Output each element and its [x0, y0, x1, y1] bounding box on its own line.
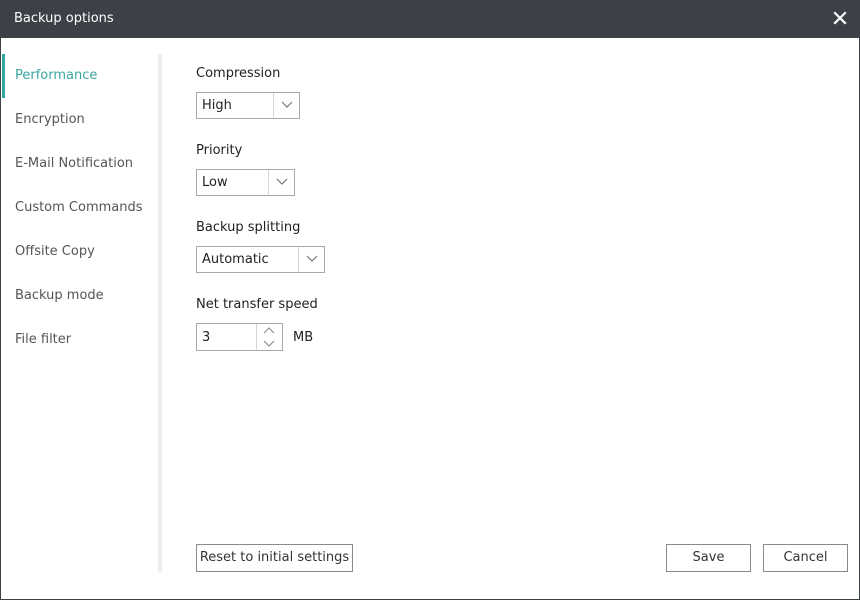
sidebar-item-label: E-Mail Notification	[15, 156, 134, 171]
backup-splitting-value: Automatic	[202, 252, 269, 267]
chevron-up-icon[interactable]	[257, 324, 282, 337]
sidebar: Performance Encryption E-Mail Notificati…	[2, 54, 158, 572]
window-title: Backup options	[14, 11, 114, 26]
priority-select[interactable]: Low	[196, 169, 295, 196]
compression-value: High	[202, 98, 232, 113]
sidebar-item-offsite-copy[interactable]: Offsite Copy	[2, 230, 158, 274]
title-bar: Backup options	[1, 1, 860, 38]
cancel-button[interactable]: Cancel	[763, 544, 848, 572]
compression-label: Compression	[196, 66, 281, 81]
sidebar-item-custom-commands[interactable]: Custom Commands	[2, 186, 158, 230]
net-transfer-speed-label: Net transfer speed	[196, 297, 318, 312]
reset-button[interactable]: Reset to initial settings	[196, 544, 353, 572]
backup-splitting-select[interactable]: Automatic	[196, 246, 325, 273]
backup-splitting-label: Backup splitting	[196, 220, 301, 235]
sidebar-item-label: Performance	[15, 68, 98, 83]
sidebar-item-encryption[interactable]: Encryption	[2, 98, 158, 142]
net-transfer-speed-input[interactable]	[202, 328, 252, 346]
chevron-down-icon	[273, 93, 299, 118]
priority-value: Low	[202, 175, 228, 190]
chevron-down-icon[interactable]	[257, 337, 282, 350]
backup-options-dialog: Backup options Performance Encryption E-…	[0, 0, 860, 600]
sidebar-item-label: File filter	[15, 332, 72, 347]
net-transfer-speed-stepper	[196, 323, 283, 351]
compression-select[interactable]: High	[196, 92, 300, 119]
spin-buttons	[256, 324, 282, 350]
sidebar-item-label: Encryption	[15, 112, 85, 127]
chevron-down-icon	[298, 247, 324, 272]
sidebar-item-label: Custom Commands	[15, 200, 143, 215]
priority-label: Priority	[196, 143, 243, 158]
sidebar-item-email-notification[interactable]: E-Mail Notification	[2, 142, 158, 186]
speed-unit: MB	[293, 330, 314, 345]
sidebar-item-backup-mode[interactable]: Backup mode	[2, 274, 158, 318]
sidebar-item-file-filter[interactable]: File filter	[2, 318, 158, 362]
sidebar-item-performance[interactable]: Performance	[2, 54, 158, 98]
sidebar-item-label: Backup mode	[15, 288, 104, 303]
close-icon[interactable]	[833, 11, 847, 25]
save-button[interactable]: Save	[666, 544, 751, 572]
chevron-down-icon	[268, 170, 294, 195]
sidebar-divider	[158, 54, 162, 572]
sidebar-item-label: Offsite Copy	[15, 244, 95, 259]
